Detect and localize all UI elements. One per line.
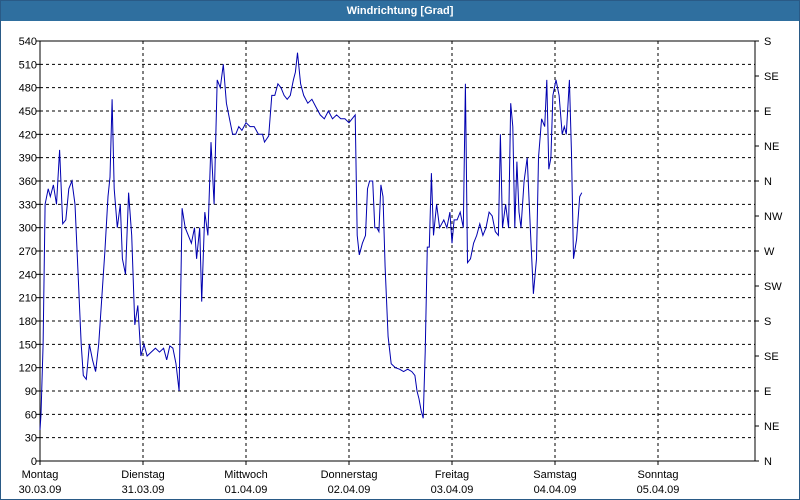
y-tick-label: 360 [19, 176, 37, 188]
x-tick-date: 03.04.09 [431, 484, 474, 496]
y-tick-label: 330 [19, 199, 37, 211]
grid-lines [40, 41, 755, 461]
compass-label: S [764, 36, 771, 48]
x-axis: Montag 30.03.09 Dienstag 31.03.09 Mittwoch 01… [19, 461, 680, 496]
y-tick-label: 390 [19, 153, 37, 165]
compass-label: NE [764, 421, 779, 433]
compass-label: E [764, 106, 771, 118]
x-tick-date: 02.04.09 [328, 484, 371, 496]
wind-direction-chart: 0 30 60 90 120 150 180 210 240 270 300 330 360 390 420… [19, 36, 783, 496]
y-tick-label: 150 [19, 339, 37, 351]
compass-label: NE [764, 141, 779, 153]
compass-label: N [764, 456, 772, 468]
x-tick-day: Mittwoch [224, 469, 267, 481]
y-tick-label: 60 [25, 409, 37, 421]
y-tick-label: 450 [19, 106, 37, 118]
x-tick-date: 05.04.09 [637, 484, 680, 496]
compass-label: NW [764, 211, 783, 223]
x-tick-date: 31.03.09 [122, 484, 165, 496]
x-tick-day: Sonntag [638, 469, 679, 481]
y-tick-label: 180 [19, 316, 37, 328]
compass-label: SE [764, 71, 779, 83]
x-tick-day: Freitag [435, 469, 469, 481]
compass-label: SE [764, 351, 779, 363]
compass-label: SW [764, 281, 782, 293]
x-tick-date: 01.04.09 [225, 484, 268, 496]
x-tick-day: Montag [22, 469, 59, 481]
y-tick-label: 30 [25, 433, 37, 445]
y-tick-label: 270 [19, 246, 37, 258]
y-axis-right: N NE E SE S SW W NW N NE E SE S [755, 36, 783, 468]
x-tick-date: 30.03.09 [19, 484, 62, 496]
y-tick-label: 210 [19, 293, 37, 305]
x-tick-day: Samstag [533, 469, 576, 481]
x-tick-date: 04.04.09 [534, 484, 577, 496]
y-tick-label: 480 [19, 83, 37, 95]
compass-label: W [764, 246, 775, 258]
compass-label: S [764, 316, 771, 328]
y-tick-label: 420 [19, 129, 37, 141]
y-tick-label: 510 [19, 59, 37, 71]
compass-label: E [764, 386, 771, 398]
y-tick-label: 120 [19, 363, 37, 375]
wind-direction-line [39, 52, 583, 430]
y-tick-label: 0 [31, 456, 37, 468]
compass-label: N [764, 176, 772, 188]
x-tick-day: Dienstag [121, 469, 164, 481]
y-axis-left: 0 30 60 90 120 150 180 210 240 270 300 330 360 390 420… [19, 36, 40, 468]
y-tick-label: 240 [19, 269, 37, 281]
y-tick-label: 90 [25, 386, 37, 398]
y-tick-label: 300 [19, 223, 37, 235]
x-tick-day: Donnerstag [321, 469, 378, 481]
y-tick-label: 540 [19, 36, 37, 48]
